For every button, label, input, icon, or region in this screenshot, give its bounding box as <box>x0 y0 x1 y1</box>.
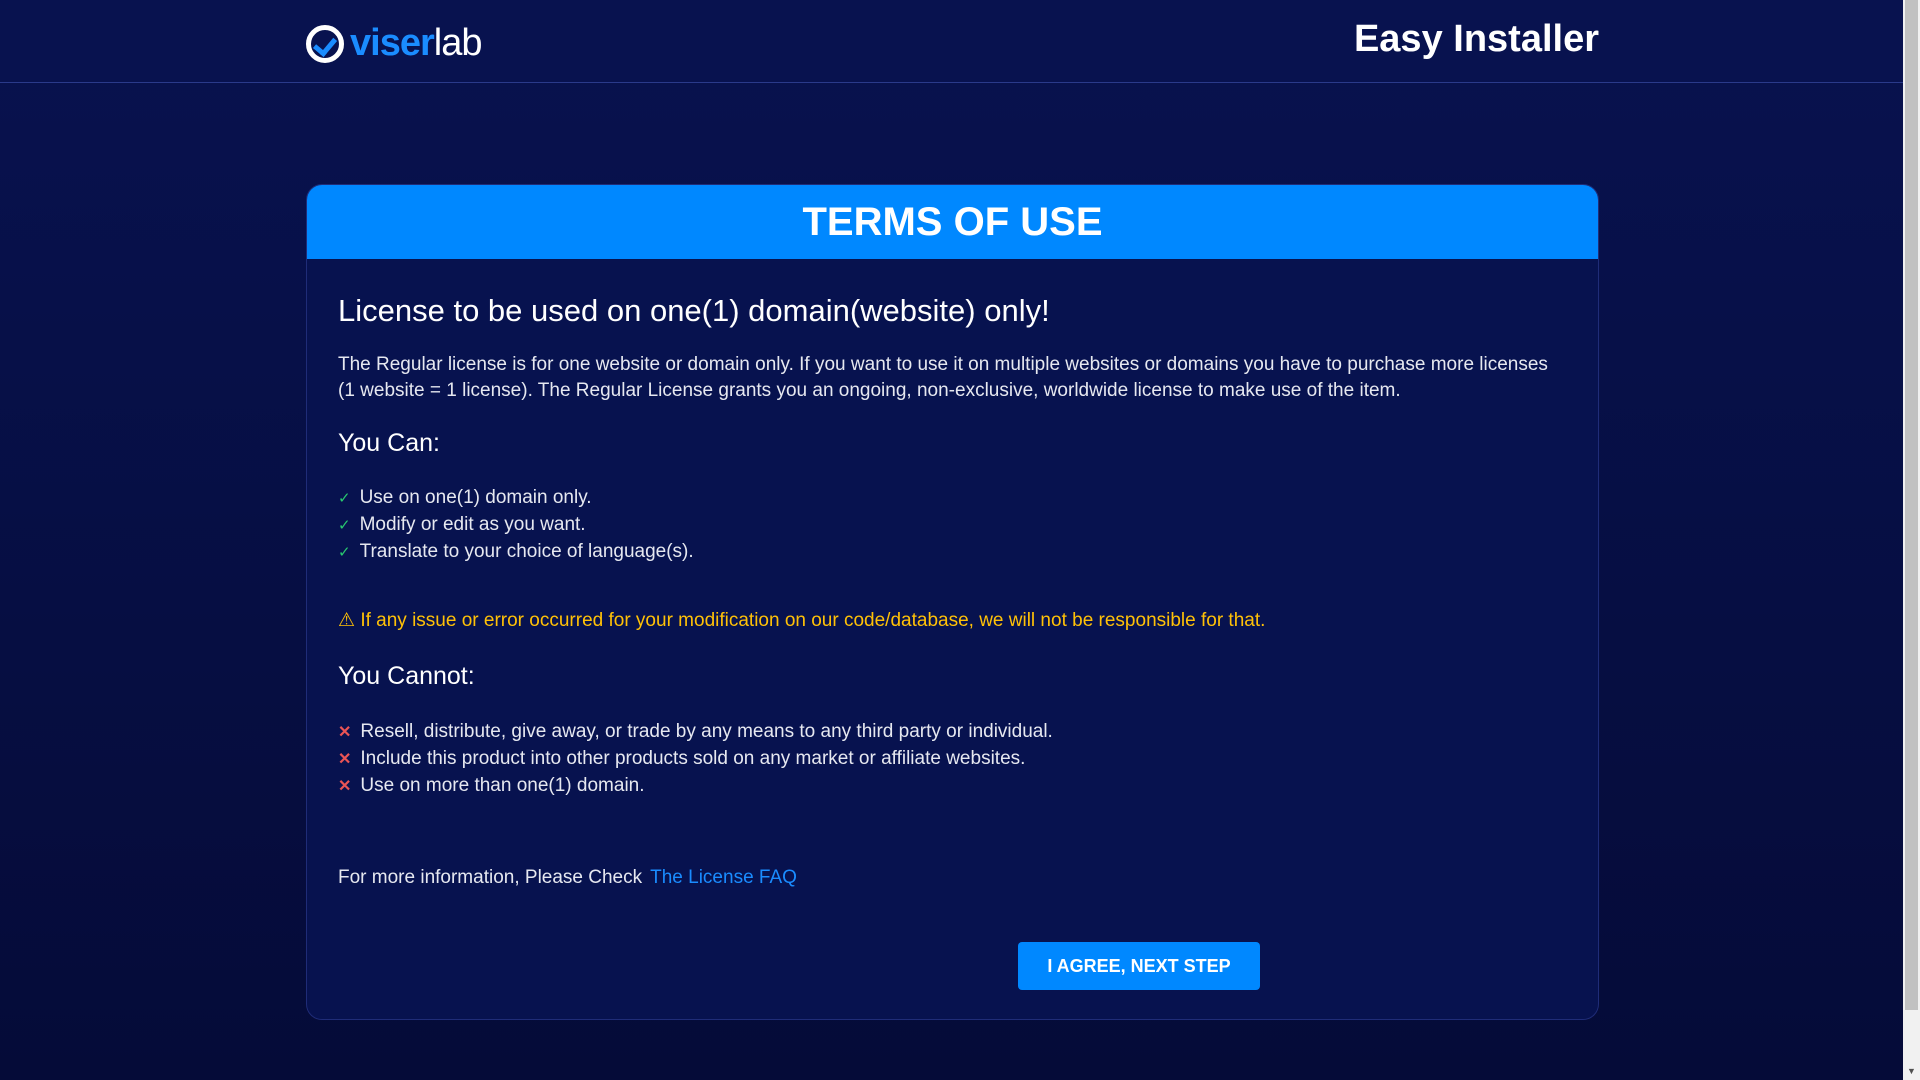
warning-triangle-icon: ⚠ <box>338 610 356 631</box>
agree-next-step-button[interactable]: I AGREE, NEXT STEP <box>1018 942 1260 990</box>
license-faq-link[interactable]: The License FAQ <box>650 867 797 888</box>
license-heading: License to be used on one(1) domain(webs… <box>338 293 1050 328</box>
list-item-text: Resell, distribute, give away, or trade … <box>360 721 1053 742</box>
list-item-text: Translate to your choice of language(s). <box>359 541 694 562</box>
list-item-text: Include this product into other products… <box>360 748 1026 769</box>
check-icon: ✓ <box>338 544 351 561</box>
x-icon: ✕ <box>338 778 352 795</box>
more-info-text: For more information, Please Check <box>338 867 643 888</box>
scrollbar[interactable]: ▼ <box>1903 0 1920 1080</box>
you-can-heading: You Can: <box>338 429 440 457</box>
list-item: ✕ Resell, distribute, give away, or trade… <box>338 721 1053 743</box>
check-icon: ✓ <box>338 517 351 534</box>
warning-message: If any issue or error occurred for your … <box>360 610 1266 631</box>
check-icon: ✓ <box>338 490 351 507</box>
x-icon: ✕ <box>338 724 352 741</box>
logo-text-lab: lab <box>433 22 483 64</box>
list-item-text: Use on one(1) domain only. <box>359 487 592 508</box>
list-item: ✓ Modify or edit as you want. <box>338 514 586 536</box>
warning-text: ⚠ If any issue or error occurred for you… <box>338 609 1265 632</box>
check-circle-icon <box>306 24 344 63</box>
list-item: ✓ Translate to your choice of language(s)… <box>338 541 694 563</box>
viserlab-logo[interactable]: viserlab <box>306 22 483 65</box>
you-cannot-heading: You Cannot: <box>338 662 475 690</box>
list-item: ✕ Use on more than one(1) domain. <box>338 775 645 797</box>
list-item-text: Modify or edit as you want. <box>359 514 586 535</box>
list-item-text: Use on more than one(1) domain. <box>360 775 645 796</box>
x-icon: ✕ <box>338 751 352 768</box>
app-title: Easy Installer <box>1353 18 1599 60</box>
list-item: ✓ Use on one(1) domain only. <box>338 487 592 509</box>
terms-card: TERMS OF USE License to be used on one(1… <box>306 184 1599 1020</box>
scroll-down-arrow-icon[interactable]: ▼ <box>1907 1066 1916 1076</box>
scrollbar-thumb[interactable] <box>1905 0 1918 1010</box>
card-title: TERMS OF USE <box>307 185 1598 259</box>
header: viserlab Easy Installer <box>0 0 1903 83</box>
logo-text-viser: viser <box>350 22 435 64</box>
more-info: For more information, Please Check The Li… <box>338 867 797 889</box>
license-paragraph: The Regular license is for one website o… <box>338 354 1548 401</box>
list-item: ✕ Include this product into other product… <box>338 748 1025 770</box>
